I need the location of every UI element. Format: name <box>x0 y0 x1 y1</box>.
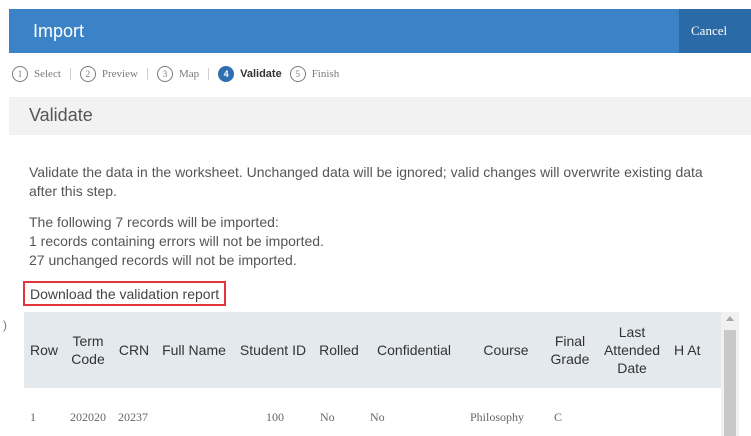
step-finish[interactable]: 5 Finish <box>289 66 340 82</box>
cell-student-id: 100 <box>266 409 284 424</box>
scrollbar-thumb[interactable] <box>724 330 736 436</box>
dialog-title: Import <box>33 21 85 41</box>
cell-full-name <box>156 394 232 436</box>
step-divider <box>146 68 148 80</box>
step-preview[interactable]: 2 Preview <box>79 66 138 82</box>
column-header-rolled[interactable]: Rolled <box>314 312 364 388</box>
step-spacer <box>282 68 290 80</box>
cell-confidential: No <box>370 409 385 424</box>
column-header-truncated[interactable]: H At <box>672 312 721 388</box>
cell-truncated <box>672 394 721 436</box>
section-header: Validate <box>9 97 751 135</box>
table-header-row: Row Term Code CRN Full Name Student ID R… <box>24 312 721 388</box>
column-header-term-code[interactable]: Term Code <box>64 312 112 388</box>
validation-table: Row Term Code CRN Full Name Student ID R… <box>24 312 721 436</box>
column-header-student-id[interactable]: Student ID <box>232 312 314 388</box>
step-number-2: 2 <box>79 66 96 82</box>
scroll-up-arrow-icon[interactable] <box>726 316 734 321</box>
table-vertical-scrollbar[interactable] <box>721 312 739 436</box>
step-label-finish: Finish <box>311 68 340 80</box>
step-select[interactable]: 1 Select <box>12 66 61 82</box>
cell-row: 1 <box>30 409 36 424</box>
intro-text: Validate the data in the worksheet. Unch… <box>29 164 703 199</box>
wizard-steps: 1 Select 2 Preview 3 Map 4 Validate 5 Fi… <box>12 63 339 85</box>
column-header-confidential[interactable]: Confidential <box>364 312 464 388</box>
summary-unchanged: 27 unchanged records will not be importe… <box>29 252 297 268</box>
step-number-5: 5 <box>289 66 306 82</box>
step-validate[interactable]: 4 Validate <box>218 66 282 82</box>
step-label-select: Select <box>34 68 61 80</box>
section-title: Validate <box>29 105 93 125</box>
step-divider <box>208 68 210 80</box>
collapse-handle[interactable]: ) <box>3 318 7 332</box>
cell-crn: 20237 <box>118 409 148 424</box>
cell-final-grade: C <box>554 409 563 424</box>
column-header-course[interactable]: Course <box>464 312 548 388</box>
table-row[interactable]: 1 202020 20237 100 No No Philosophy C <box>24 394 721 436</box>
download-validation-report-link[interactable]: Download the validation report <box>23 281 227 306</box>
validation-table-container: Row Term Code CRN Full Name Student ID R… <box>24 312 721 436</box>
summary-imported: The following 7 records will be imported… <box>29 214 279 230</box>
step-number-1: 1 <box>12 66 28 82</box>
cell-course: Philosophy <box>470 409 525 424</box>
step-label-validate: Validate <box>240 68 282 80</box>
column-header-full-name[interactable]: Full Name <box>156 312 232 388</box>
step-divider <box>69 68 71 80</box>
cell-last-attended-date <box>592 394 672 436</box>
cell-term-code: 202020 <box>70 409 106 424</box>
column-header-final-grade[interactable]: Final Grade <box>548 312 592 388</box>
step-number-3: 3 <box>156 66 173 82</box>
column-header-crn[interactable]: CRN <box>112 312 156 388</box>
step-map[interactable]: 3 Map <box>156 66 200 82</box>
cancel-button[interactable]: Cancel <box>679 9 751 53</box>
step-label-preview: Preview <box>101 68 138 80</box>
import-header: Import Cancel <box>9 9 751 53</box>
cell-rolled: No <box>320 409 335 424</box>
step-number-4: 4 <box>218 66 235 82</box>
step-label-map: Map <box>178 68 200 80</box>
summary-errors: 1 records containing errors will not be … <box>29 233 324 249</box>
column-header-row[interactable]: Row <box>24 312 64 388</box>
column-header-last-attended-date[interactable]: Last Attended Date <box>592 312 672 388</box>
import-summary: The following 7 records will be imported… <box>29 213 324 270</box>
